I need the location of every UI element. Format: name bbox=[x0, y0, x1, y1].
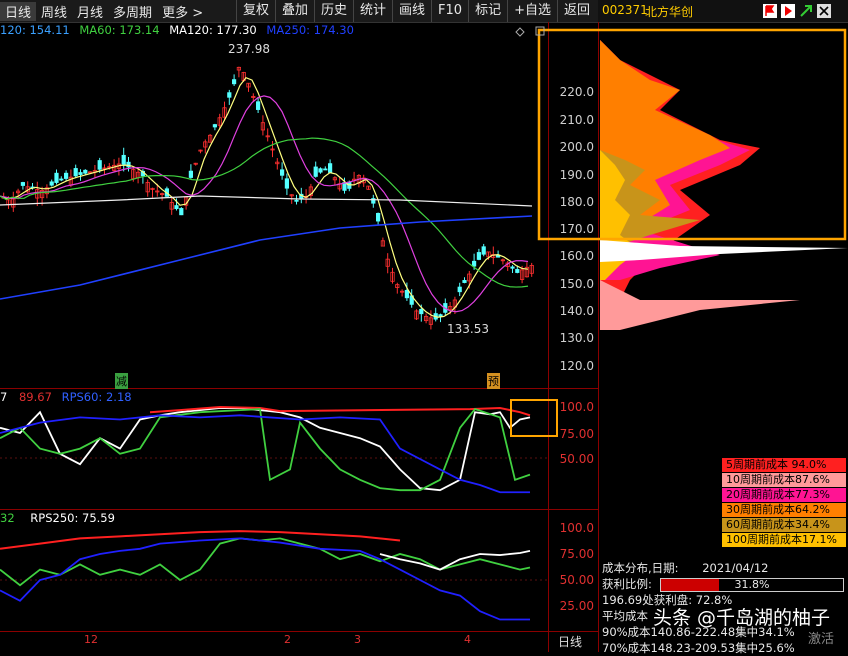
candle-body bbox=[375, 212, 381, 222]
price-tick: 170.0 bbox=[559, 222, 594, 236]
price-tick: 180.0 bbox=[559, 195, 594, 209]
candle-body bbox=[188, 170, 193, 178]
price-tick: 130.0 bbox=[559, 331, 594, 345]
watermark-text: 头条 @千岛湖的柚子 bbox=[653, 607, 831, 629]
cost-legend: 5周期前成本 94.0% 10周期前成本87.6% 20周期前成本77.3% 3… bbox=[722, 458, 846, 548]
marker-jian: 减 bbox=[115, 373, 128, 389]
candle-body bbox=[97, 160, 102, 170]
candle-body bbox=[313, 166, 318, 177]
ma120-line bbox=[0, 195, 533, 207]
candle-body bbox=[471, 260, 477, 267]
rps-pane2-legend: 32 RPS250: 75.59 bbox=[0, 511, 115, 525]
candle-body bbox=[179, 208, 184, 216]
candle-body bbox=[404, 289, 410, 299]
date-tick: 12 bbox=[84, 633, 98, 646]
rps250-label: RPS250: 75.59 bbox=[30, 511, 115, 525]
candle-body bbox=[457, 286, 462, 293]
cost-legend-5: 5周期前成本 94.0% bbox=[722, 458, 846, 472]
date-label: 成本分布,日期: bbox=[602, 561, 679, 575]
candle-body bbox=[515, 269, 520, 273]
rps-lines-bottom bbox=[0, 530, 531, 621]
ma60-line bbox=[0, 137, 529, 288]
candle-body bbox=[323, 168, 328, 171]
candle-body bbox=[462, 280, 467, 283]
candle-body bbox=[64, 172, 69, 179]
date-value: 2021/04/12 bbox=[702, 561, 769, 575]
rps2-tick: 100.0 bbox=[559, 521, 594, 535]
chart-canvas bbox=[0, 22, 848, 652]
candle-body bbox=[476, 252, 482, 260]
diamond-icon[interactable] bbox=[515, 27, 525, 37]
rps250-green-line bbox=[0, 537, 531, 587]
cost-legend-20: 20周期前成本77.3% bbox=[722, 488, 846, 502]
candle-body bbox=[279, 169, 285, 176]
cost-dist-10 bbox=[600, 280, 800, 330]
candle-body bbox=[481, 246, 486, 255]
high-price-label: 237.98 bbox=[228, 42, 270, 56]
rps-green-line bbox=[0, 408, 531, 492]
date-tick: 4 bbox=[464, 633, 471, 646]
rps2-tick: 50.00 bbox=[559, 573, 594, 587]
rps2-tick: 25.00 bbox=[559, 599, 594, 613]
rps-pane1-legend: 7 89.67 RPS60: 2.18 bbox=[0, 390, 132, 404]
price-tick: 160.0 bbox=[559, 249, 594, 263]
rps-label-b: 89.67 bbox=[18, 390, 52, 404]
cost-legend-10: 10周期前成本87.6% bbox=[722, 473, 846, 487]
candle-body bbox=[20, 182, 26, 186]
profit-bar: 31.8% bbox=[660, 578, 844, 592]
price-tick: 220.0 bbox=[559, 85, 594, 99]
candle-body bbox=[255, 101, 261, 110]
price-tick: 120.0 bbox=[559, 359, 594, 373]
cost-legend-30: 30周期前成本64.2% bbox=[722, 503, 846, 517]
activate-text: 激活 bbox=[808, 632, 835, 647]
date-tick: 2 bbox=[284, 633, 291, 646]
price-tick: 140.0 bbox=[559, 304, 594, 318]
price-tick: 150.0 bbox=[559, 277, 594, 291]
candle-body bbox=[327, 163, 333, 173]
rps60-label: RPS60: 2.18 bbox=[61, 390, 132, 404]
profit-value: 31.8% bbox=[734, 578, 770, 591]
highlight-box-rps bbox=[510, 399, 558, 437]
candle-body bbox=[121, 154, 126, 165]
candle-body bbox=[510, 266, 515, 269]
cost-legend-60: 60周期前成本34.4% bbox=[722, 518, 846, 532]
candle-body bbox=[294, 199, 299, 202]
candle-body bbox=[73, 168, 78, 177]
price-tick: 190.0 bbox=[559, 168, 594, 182]
rps1-tick: 50.00 bbox=[559, 452, 594, 466]
date-tick: 3 bbox=[354, 633, 361, 646]
candle-body bbox=[174, 205, 179, 210]
candle-body bbox=[227, 92, 232, 98]
rps2-tick: 75.00 bbox=[559, 547, 594, 561]
candle-body bbox=[59, 178, 64, 181]
candle-body bbox=[438, 314, 443, 317]
low-price-label: 133.53 bbox=[447, 322, 489, 336]
candle-body bbox=[419, 309, 424, 315]
cost-dist-current bbox=[600, 240, 848, 262]
cost-legend-100: 100周期前成本17.1% bbox=[722, 533, 846, 547]
price-tick: 210.0 bbox=[559, 113, 594, 127]
candle-body bbox=[49, 181, 54, 186]
marker-yu: 预 bbox=[487, 373, 500, 389]
candle-body bbox=[231, 79, 237, 85]
price-tick: 200.0 bbox=[559, 140, 594, 154]
rps-label-c: 32 bbox=[0, 511, 15, 525]
rps-label-a: 7 bbox=[0, 390, 8, 404]
rps-lines-top bbox=[0, 405, 531, 494]
rps1-tick: 100.0 bbox=[559, 400, 594, 414]
profit-label: 获利比例: bbox=[602, 577, 652, 591]
candle-body bbox=[83, 169, 88, 174]
candle-body bbox=[318, 168, 323, 173]
candle-body bbox=[78, 172, 83, 175]
ma250-line bbox=[0, 215, 533, 300]
bottom-period-tab[interactable]: 日线 bbox=[558, 633, 582, 650]
moving-averages bbox=[0, 76, 533, 318]
rps1-tick: 75.00 bbox=[559, 427, 594, 441]
cost-distribution bbox=[600, 40, 848, 330]
rps250-blue-line bbox=[0, 537, 530, 621]
candle-body bbox=[212, 124, 217, 128]
candle-body bbox=[284, 178, 290, 189]
candle-body bbox=[54, 172, 59, 183]
ma10-line bbox=[0, 95, 529, 313]
